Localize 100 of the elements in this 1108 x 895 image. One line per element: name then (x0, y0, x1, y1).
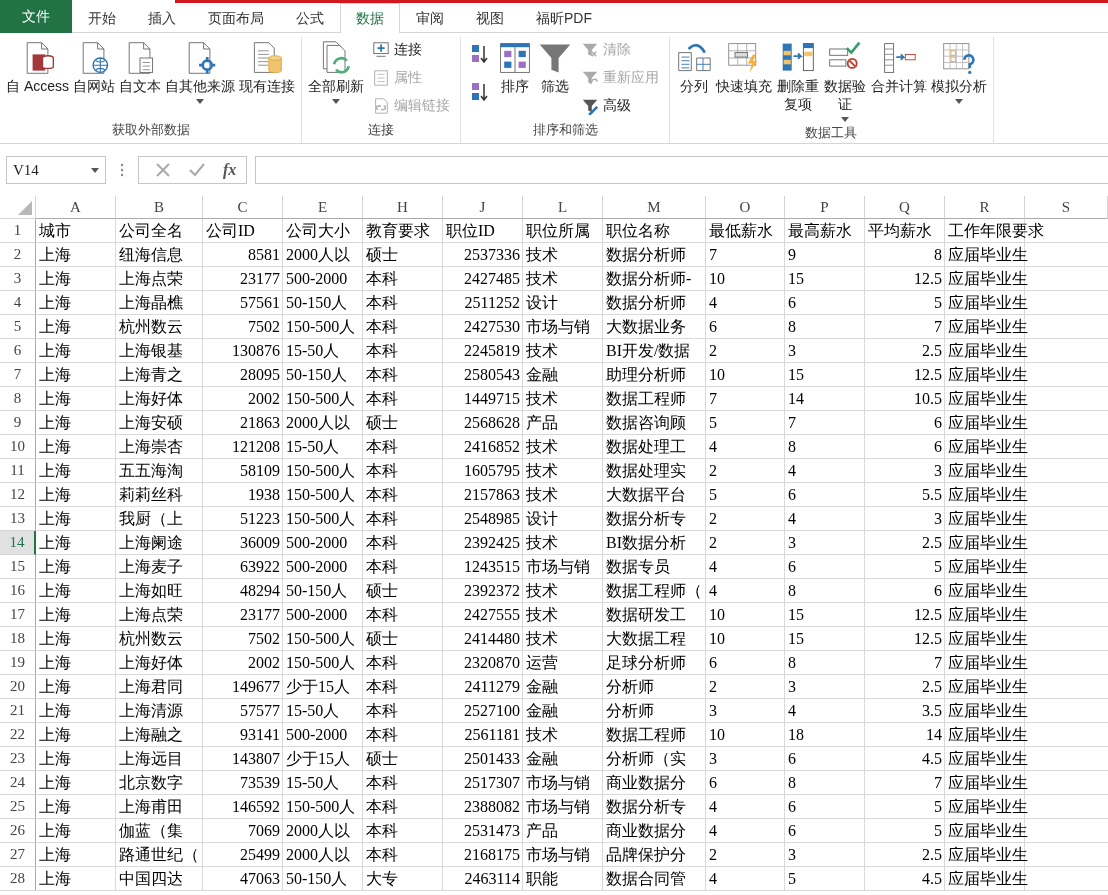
ribbon-button[interactable]: 现有连接 (237, 37, 297, 97)
row-header[interactable]: 12 (0, 483, 36, 507)
row-header[interactable]: 17 (0, 603, 36, 627)
row-header[interactable]: 28 (0, 867, 36, 891)
row-header[interactable]: 9 (0, 411, 36, 435)
select-all-icon[interactable] (18, 201, 32, 215)
row-header[interactable]: 26 (0, 819, 36, 843)
ribbon-button[interactable]: 快速填充 (714, 37, 774, 97)
formula-field[interactable] (255, 156, 1108, 184)
ribbon-tab[interactable]: 公式 (280, 3, 340, 33)
table-cell: 伽蓝（集 (119, 822, 183, 839)
table-cell: 应届毕业生 (948, 414, 1028, 431)
ribbon-button[interactable]: 删除重复项 (774, 37, 822, 115)
ribbon-tab[interactable]: 页面布局 (192, 3, 280, 33)
row-header[interactable]: 27 (0, 843, 36, 867)
row-header[interactable]: 24 (0, 771, 36, 795)
check-icon[interactable] (189, 162, 205, 178)
ribbon-button[interactable]: 自 Access (4, 37, 71, 97)
cancel-icon[interactable] (155, 162, 171, 178)
column-header[interactable]: P (785, 196, 865, 219)
row-header[interactable]: 22 (0, 723, 36, 747)
column-header[interactable]: J (443, 196, 523, 219)
table-cell: 6 (788, 822, 796, 839)
ribbon-button[interactable]: 模拟分析 (928, 37, 989, 106)
table-cell: 本科 (366, 438, 398, 455)
row-header[interactable]: 20 (0, 675, 36, 699)
table-cell: 15 (788, 630, 804, 647)
row-header[interactable]: 10 (0, 435, 36, 459)
column-header[interactable]: Q (865, 196, 945, 219)
row-header[interactable]: 5 (0, 315, 36, 339)
table-cell: 应届毕业生 (948, 438, 1028, 455)
table-cell: 应届毕业生 (948, 462, 1028, 479)
table-cell: 上海 (39, 630, 71, 647)
table-cell: 上海 (39, 462, 71, 479)
row-header[interactable]: 15 (0, 555, 36, 579)
ribbon-tab[interactable]: 审阅 (400, 3, 460, 33)
row-header[interactable]: 4 (0, 291, 36, 315)
ribbon-tab[interactable]: 数据 (340, 3, 400, 33)
table-cell: 4 (709, 870, 717, 887)
insert-function-button[interactable]: fx (223, 161, 237, 179)
row-header[interactable]: 19 (0, 651, 36, 675)
ribbon-button[interactable]: 合并计算 (868, 37, 929, 97)
table-cell: 4 (788, 702, 796, 719)
column-header[interactable]: S (1025, 196, 1108, 219)
column-header[interactable]: R (945, 196, 1025, 219)
table-cell: 大数据工程 (606, 630, 686, 647)
ribbon-button[interactable]: 数据验证 (821, 37, 869, 124)
row-header[interactable]: 3 (0, 267, 36, 291)
table-cell: 本科 (366, 390, 398, 407)
row-header[interactable]: 18 (0, 627, 36, 651)
table-cell: 15 (788, 270, 804, 287)
row-header[interactable]: 21 (0, 699, 36, 723)
table-cell: 数据分析师- (606, 270, 692, 287)
row-header[interactable]: 7 (0, 363, 36, 387)
row-header[interactable]: 23 (0, 747, 36, 771)
column-header[interactable]: O (706, 196, 785, 219)
table-cell: 应届毕业生 (948, 270, 1028, 287)
column-header[interactable]: E (283, 196, 363, 219)
row-header[interactable]: 8 (0, 387, 36, 411)
ribbon-button[interactable]: 排序 (495, 37, 535, 97)
column-header[interactable]: B (116, 196, 203, 219)
table-cell: 2511252 (464, 294, 520, 311)
table-cell: 21863 (240, 414, 280, 431)
ribbon-button[interactable]: 连接 (370, 37, 452, 63)
row-header[interactable]: 1 (0, 219, 36, 243)
column-header[interactable]: A (36, 196, 116, 219)
ribbon-tab[interactable]: 视图 (460, 3, 520, 33)
ribbon-button[interactable]: 高级 (579, 93, 661, 119)
table-cell: 8 (788, 654, 796, 671)
row-header[interactable]: 25 (0, 795, 36, 819)
column-header[interactable]: L (523, 196, 603, 219)
name-box[interactable]: V14 (6, 156, 106, 184)
row-header[interactable]: 11 (0, 459, 36, 483)
table-cell: 上海好体 (119, 390, 183, 407)
row-header[interactable]: 16 (0, 579, 36, 603)
ribbon-button[interactable]: 自网站 (71, 37, 117, 97)
table-cell: 上海 (39, 246, 71, 263)
ribbon-button[interactable]: 自其他来源 (163, 37, 237, 106)
ribbon-button[interactable]: 自文本 (117, 37, 163, 97)
ribbon-button[interactable]: 分列 (674, 37, 714, 97)
ribbon-tab[interactable]: 插入 (132, 3, 192, 33)
ribbon-tab[interactable]: 开始 (72, 3, 132, 33)
column-header[interactable]: C (203, 196, 283, 219)
ribbon-button[interactable]: 全部刷新 (306, 37, 366, 106)
row-header[interactable]: 2 (0, 243, 36, 267)
row-header[interactable]: 6 (0, 339, 36, 363)
table-cell: 15 (788, 606, 804, 623)
table-cell: 上海阑途 (119, 534, 183, 551)
table-cell: 上海晶樵 (119, 294, 183, 311)
row-header[interactable]: 14 (0, 531, 36, 555)
table-cell: 2537336 (464, 246, 520, 263)
table-cell: 数据分析专 (606, 798, 686, 815)
ribbon-tab[interactable]: 福昕PDF (520, 3, 608, 33)
column-header[interactable]: M (603, 196, 706, 219)
table-cell: 8 (788, 318, 796, 335)
ribbon-button[interactable]: 筛选 (535, 37, 575, 97)
file-tab[interactable]: 文件 (0, 0, 72, 33)
column-header[interactable]: H (363, 196, 443, 219)
table-cell: 产品 (526, 414, 558, 431)
table-cell: 2 (709, 846, 717, 863)
